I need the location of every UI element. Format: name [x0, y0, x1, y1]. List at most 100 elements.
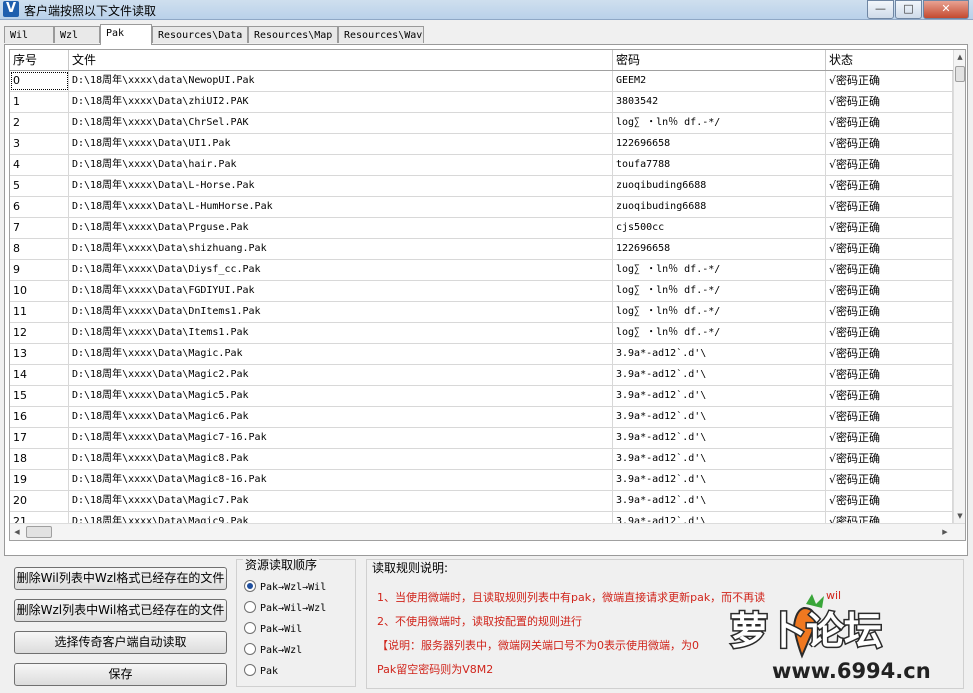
- row-status: √密码正确: [826, 197, 953, 217]
- table-row[interactable]: 10 D:\18周年\xxxx\Data\FGDIYUI.Pak log∑ ・ln％…: [10, 281, 953, 302]
- radio-label: Pak→Wil: [260, 624, 303, 635]
- rule-line-2: 2、不使用微端时，读取按配置的规则进行: [377, 615, 582, 628]
- column-status[interactable]: 状态: [826, 50, 953, 70]
- row-status: √密码正确: [826, 260, 953, 280]
- row-status: √密码正确: [826, 407, 953, 427]
- tab-pak[interactable]: Pak: [100, 24, 152, 45]
- table-row[interactable]: 14 D:\18周年\xxxx\Data\Magic2.Pak 3.9a*-ad12…: [10, 365, 953, 386]
- rule-line-4: Pak留空密码则为V8M2: [377, 663, 494, 676]
- auto-read-client-button[interactable]: 选择传奇客户端自动读取: [14, 631, 227, 654]
- watermark-url: www.6994.cn: [772, 659, 931, 683]
- table-row[interactable]: 18 D:\18周年\xxxx\Data\Magic8.Pak 3.9a*-ad12…: [10, 449, 953, 470]
- radio-pak-wil[interactable]: Pak→Wil: [244, 622, 302, 636]
- table-row[interactable]: 16 D:\18周年\xxxx\Data\Magic6.Pak 3.9a*-ad12…: [10, 407, 953, 428]
- row-status: √密码正确: [826, 155, 953, 175]
- radio-pak-wzl-wil[interactable]: Pak→Wzl→Wil: [244, 580, 326, 594]
- row-file: D:\18周年\xxxx\Data\zhiUI2.PAK: [69, 92, 613, 112]
- tab-panel: 序号 文件 密码 状态 0 D:\18周年\xxxx\data\NewopUI.P…: [4, 44, 968, 556]
- row-status: √密码正确: [826, 365, 953, 385]
- table-row[interactable]: 17 D:\18周年\xxxx\Data\Magic7-16.Pak 3.9a*-a…: [10, 428, 953, 449]
- column-password[interactable]: 密码: [613, 50, 826, 70]
- row-file: D:\18周年\xxxx\Data\DnItems1.Pak: [69, 302, 613, 322]
- row-index: 9: [10, 260, 69, 280]
- scroll-right-icon[interactable]: ▶: [938, 524, 952, 540]
- scroll-down-icon[interactable]: ▼: [954, 509, 965, 523]
- table-row[interactable]: 4 D:\18周年\xxxx\Data\hair.Pak toufa7788 √密码正…: [10, 155, 953, 176]
- minimize-button[interactable]: —: [867, 0, 894, 19]
- table-row[interactable]: 6 D:\18周年\xxxx\Data\L-HumHorse.Pak zuoqibu…: [10, 197, 953, 218]
- maximize-button[interactable]: □: [895, 0, 922, 19]
- rule-line-1: 1、当使用微端时，且读取规则列表中有pak，微端直接请求更新pak，而不再读: [377, 591, 766, 604]
- row-status: √密码正确: [826, 218, 953, 238]
- row-status: √密码正确: [826, 344, 953, 364]
- window-title: 客户端按照以下文件读取: [24, 4, 157, 18]
- table-row[interactable]: 0 D:\18周年\xxxx\data\NewopUI.Pak GEEM2 √密码正确: [10, 71, 953, 92]
- column-index[interactable]: 序号: [10, 50, 69, 70]
- delete-wil-duplicates-button[interactable]: 删除Wil列表中Wzl格式已经存在的文件: [14, 567, 227, 590]
- row-file: D:\18周年\xxxx\Data\FGDIYUI.Pak: [69, 281, 613, 301]
- row-file: D:\18周年\xxxx\Data\L-Horse.Pak: [69, 176, 613, 196]
- row-status: √密码正确: [826, 386, 953, 406]
- scroll-left-icon[interactable]: ◀: [10, 524, 24, 540]
- row-file: D:\18周年\xxxx\Data\Magic7-16.Pak: [69, 428, 613, 448]
- row-status: √密码正确: [826, 302, 953, 322]
- row-status: √密码正确: [826, 449, 953, 469]
- file-table[interactable]: 序号 文件 密码 状态 0 D:\18周年\xxxx\data\NewopUI.P…: [9, 49, 966, 541]
- row-index: 17: [10, 428, 69, 448]
- table-row[interactable]: 3 D:\18周年\xxxx\Data\UI1.Pak 122696658 √密码正确: [10, 134, 953, 155]
- column-file[interactable]: 文件: [69, 50, 613, 70]
- tab-wzl[interactable]: Wzl: [54, 26, 100, 43]
- horizontal-scroll-thumb[interactable]: [26, 526, 52, 538]
- table-row[interactable]: 19 D:\18周年\xxxx\Data\Magic8-16.Pak 3.9a*-a…: [10, 470, 953, 491]
- row-file: D:\18周年\xxxx\Data\Diysf_cc.Pak: [69, 260, 613, 280]
- row-password: 3.9a*-ad12`.d'\: [613, 470, 826, 490]
- vertical-scrollbar[interactable]: ▲ ▼: [953, 50, 965, 523]
- tab-resources-data[interactable]: Resources\Data: [152, 26, 248, 43]
- row-file: D:\18周年\xxxx\Data\Magic8-16.Pak: [69, 470, 613, 490]
- horizontal-scrollbar[interactable]: ◀ ▶: [10, 523, 965, 540]
- row-index: 16: [10, 407, 69, 427]
- row-file: D:\18周年\xxxx\Data\UI1.Pak: [69, 134, 613, 154]
- row-status: √密码正确: [826, 491, 953, 511]
- table-row[interactable]: 20 D:\18周年\xxxx\Data\Magic7.Pak 3.9a*-ad12…: [10, 491, 953, 512]
- row-password: log∑ ・ln％ df.-*/: [613, 302, 826, 322]
- save-button[interactable]: 保存: [14, 663, 227, 686]
- close-button[interactable]: ✕: [923, 0, 969, 19]
- row-status: √密码正确: [826, 134, 953, 154]
- radio-pak-wil-wzl[interactable]: Pak→Wil→Wzl: [244, 601, 326, 615]
- row-password: 3.9a*-ad12`.d'\: [613, 386, 826, 406]
- row-password: toufa7788: [613, 155, 826, 175]
- tab-resources-map[interactable]: Resources\Map: [248, 26, 338, 43]
- table-row[interactable]: 11 D:\18周年\xxxx\Data\DnItems1.Pak log∑ ・ln…: [10, 302, 953, 323]
- table-row[interactable]: 13 D:\18周年\xxxx\Data\Magic.Pak 3.9a*-ad12`…: [10, 344, 953, 365]
- table-row[interactable]: 8 D:\18周年\xxxx\Data\shizhuang.Pak 12269665…: [10, 239, 953, 260]
- rule-line-3: 【说明：服务器列表中，微端网关端口号不为0表示使用微端，为0: [377, 639, 699, 652]
- vertical-scroll-thumb[interactable]: [955, 66, 965, 82]
- row-status: √密码正确: [826, 281, 953, 301]
- row-index: 4: [10, 155, 69, 175]
- row-index: 0: [10, 71, 69, 91]
- tab-resources-wav[interactable]: Resources\Wav: [338, 26, 424, 43]
- radio-icon: [244, 622, 256, 634]
- table-row[interactable]: 2 D:\18周年\xxxx\Data\ChrSel.PAK log∑ ・ln％ d…: [10, 113, 953, 134]
- row-status: √密码正确: [826, 71, 953, 91]
- table-row[interactable]: 9 D:\18周年\xxxx\Data\Diysf_cc.Pak log∑ ・ln％…: [10, 260, 953, 281]
- radio-label: Pak→Wil→Wzl: [260, 603, 327, 614]
- radio-icon: [244, 664, 256, 676]
- table-row[interactable]: 1 D:\18周年\xxxx\Data\zhiUI2.PAK 3803542 √密码正…: [10, 92, 953, 113]
- row-password: 3.9a*-ad12`.d'\: [613, 428, 826, 448]
- row-file: D:\18周年\xxxx\Data\L-HumHorse.Pak: [69, 197, 613, 217]
- row-index: 18: [10, 449, 69, 469]
- row-file: D:\18周年\xxxx\Data\Magic5.Pak: [69, 386, 613, 406]
- table-row[interactable]: 12 D:\18周年\xxxx\Data\Items1.Pak log∑ ・ln％ …: [10, 323, 953, 344]
- tab-wil[interactable]: Wil: [4, 26, 54, 43]
- table-row[interactable]: 7 D:\18周年\xxxx\Data\Prguse.Pak cjs500cc √密码…: [10, 218, 953, 239]
- radio-pak[interactable]: Pak: [244, 664, 278, 678]
- delete-wzl-duplicates-button[interactable]: 删除Wzl列表中Wil格式已经存在的文件: [14, 599, 227, 622]
- scroll-up-icon[interactable]: ▲: [954, 50, 965, 64]
- row-file: D:\18周年\xxxx\Data\Magic2.Pak: [69, 365, 613, 385]
- row-password: zuoqibuding6688: [613, 176, 826, 196]
- table-row[interactable]: 5 D:\18周年\xxxx\Data\L-Horse.Pak zuoqibudin…: [10, 176, 953, 197]
- table-row[interactable]: 15 D:\18周年\xxxx\Data\Magic5.Pak 3.9a*-ad12…: [10, 386, 953, 407]
- radio-pak-wzl[interactable]: Pak→Wzl: [244, 643, 302, 657]
